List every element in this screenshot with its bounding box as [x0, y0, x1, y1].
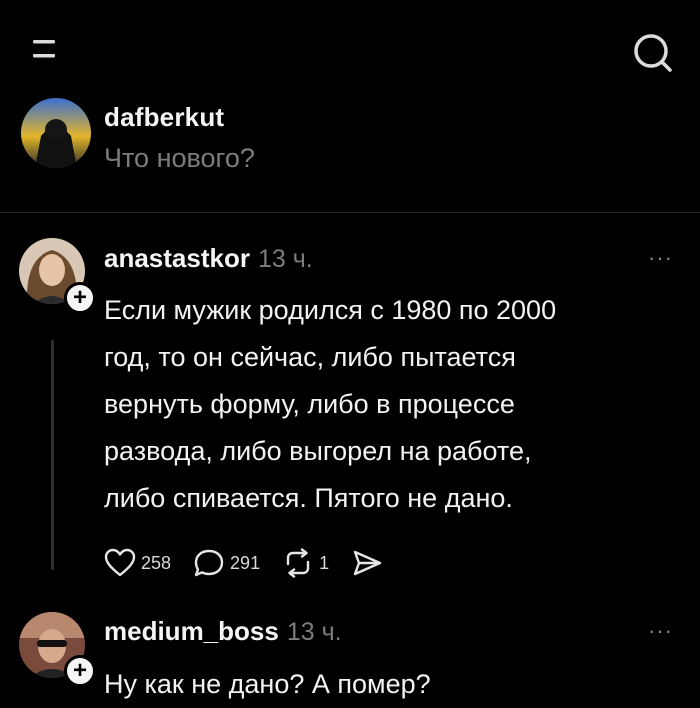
repost-count: 1 — [319, 552, 330, 573]
post-actions: 258 291 1 — [104, 548, 405, 578]
post-text: Ну как не дано? А помер? — [104, 669, 431, 699]
comment-icon — [193, 548, 225, 578]
post-time: 13 ч. — [257, 245, 313, 273]
like-count: 258 — [141, 552, 172, 573]
post-text-line: Если мужик родился с 1980 по 2000 — [104, 295, 557, 325]
more-options-icon[interactable]: ··· — [648, 245, 673, 271]
repost-button[interactable]: 1 — [282, 548, 329, 578]
heart-icon — [104, 548, 136, 578]
follow-plus-icon[interactable]: + — [64, 282, 96, 314]
post-text-line: год, то он сейчас, либо пытается — [104, 342, 516, 372]
comment-count: 291 — [230, 552, 261, 573]
post-text-line: либо спивается. Пятого не дано. — [104, 483, 513, 513]
post-time: 13 ч. — [286, 618, 342, 646]
thread-line — [51, 340, 54, 570]
post-header: medium_boss 13 ч. — [104, 616, 342, 647]
comment-button[interactable]: 291 — [193, 548, 260, 578]
share-icon — [351, 548, 383, 578]
more-options-icon[interactable]: ··· — [648, 618, 673, 644]
post-text-line: развода, либо выгорел на работе, — [104, 436, 532, 466]
post-header: anastastkor 13 ч. — [104, 243, 313, 274]
like-button[interactable]: 258 — [104, 548, 171, 578]
composer-avatar[interactable] — [21, 98, 91, 168]
share-button[interactable] — [351, 548, 383, 578]
repost-icon — [282, 548, 314, 578]
divider — [0, 212, 700, 213]
post-text: Если мужик родился с 1980 по 2000 год, т… — [104, 287, 694, 522]
composer-input-placeholder[interactable]: Что нового? — [104, 143, 255, 174]
post-text-line: вернуть форму, либо в процессе — [104, 389, 515, 419]
post-username[interactable]: medium_boss — [104, 616, 279, 646]
post-username[interactable]: anastastkor — [104, 243, 250, 273]
search-icon[interactable] — [630, 30, 676, 76]
menu-icon[interactable] — [31, 36, 57, 72]
composer-username[interactable]: dafberkut — [104, 102, 224, 133]
follow-plus-icon[interactable]: + — [64, 655, 96, 687]
